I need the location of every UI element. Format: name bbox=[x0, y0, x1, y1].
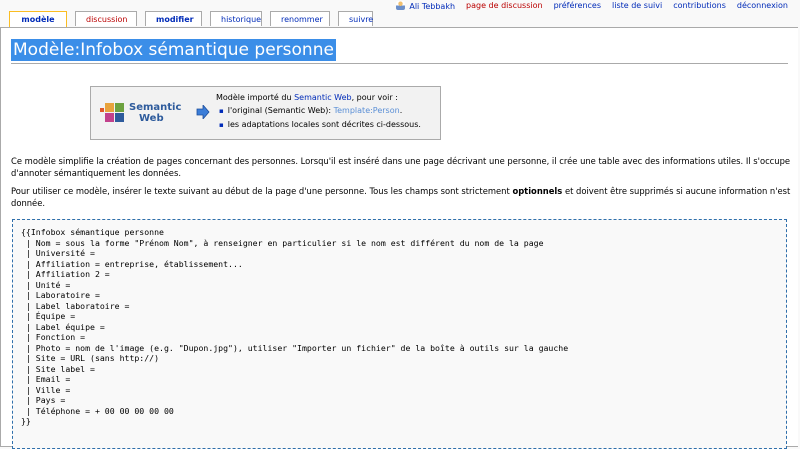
user-link[interactable]: Ali Tebbakh bbox=[396, 1, 455, 12]
tab-modele[interactable]: modèle bbox=[9, 11, 67, 28]
code-line: | Unité = bbox=[21, 279, 71, 290]
code-line: | Téléphone = + 00 00 00 00 00 bbox=[21, 405, 174, 416]
code-line: | Pays = bbox=[21, 395, 66, 405]
code-line: | Label laboratoire = bbox=[21, 300, 130, 311]
code-line: | Nom = sous la forme "Prénom Nom", à re… bbox=[21, 237, 544, 248]
tab-suivre[interactable]: suivre bbox=[338, 11, 373, 26]
tab-discussion[interactable]: discussion bbox=[75, 11, 137, 26]
code-line: | Email = bbox=[21, 374, 71, 384]
tab-modifier[interactable]: modifier bbox=[145, 11, 202, 26]
logout-link[interactable]: déconnexion bbox=[737, 1, 788, 12]
preferences-link[interactable]: préférences bbox=[554, 1, 601, 12]
code-line: }} bbox=[21, 416, 31, 426]
code-line: | Laboratoire = bbox=[21, 290, 100, 300]
list-item: les adaptations locales sont décrites ci… bbox=[219, 118, 421, 132]
arrow-right-icon bbox=[196, 105, 210, 119]
code-line: | Équipe = bbox=[21, 311, 76, 321]
watchlist-link[interactable]: liste de suivi bbox=[612, 1, 662, 12]
page-title: Modèle:Infobox sémantique personne bbox=[11, 39, 336, 61]
code-line: | Site label = bbox=[21, 363, 95, 374]
import-list: l'original (Semantic Web): Template:Pers… bbox=[219, 104, 421, 132]
semantic-web-logo: Semantic Web bbox=[99, 101, 187, 125]
page-tabs: modèle discussion modifier historique re… bbox=[9, 11, 381, 28]
code-line: | Affiliation = entreprise, établissemen… bbox=[21, 258, 243, 269]
code-line: | Site = URL (sans http://) bbox=[21, 353, 160, 363]
semantic-web-link[interactable]: Semantic Web bbox=[294, 93, 352, 102]
tab-renommer[interactable]: renommer bbox=[270, 11, 330, 26]
code-line: | Label équipe = bbox=[21, 321, 105, 332]
code-line: | Fonction = bbox=[21, 332, 86, 342]
import-notice-box: Semantic Web Modèle importé du Semantic W… bbox=[90, 86, 441, 140]
tab-historique[interactable]: historique bbox=[210, 11, 262, 26]
code-block: {{Infobox sémantique personne | Nom = so… bbox=[12, 219, 787, 449]
template-person-link[interactable]: Template:Person bbox=[334, 106, 400, 115]
code-line: | Université = bbox=[21, 248, 95, 258]
code-line: {{Infobox sémantique personne bbox=[21, 227, 164, 237]
user-icon bbox=[396, 1, 406, 10]
description-paragraph: Ce modèle simplifie la création de pages… bbox=[11, 156, 791, 178]
contributions-link[interactable]: contributions bbox=[673, 1, 726, 12]
list-item: l'original (Semantic Web): Template:Pers… bbox=[219, 104, 421, 118]
personal-links: Ali Tebbakh page de discussion préférenc… bbox=[385, 1, 788, 12]
code-line: | Affiliation 2 = bbox=[21, 269, 110, 279]
import-intro: Modèle importé du Semantic Web, pour voi… bbox=[216, 93, 398, 102]
title-divider bbox=[11, 63, 788, 64]
talk-link[interactable]: page de discussion bbox=[466, 1, 543, 12]
usage-paragraph: Pour utiliser ce modèle, insérer le text… bbox=[11, 186, 791, 208]
code-line: | Photo = nom de l'image (e.g. "Dupon.jp… bbox=[21, 342, 569, 353]
content-area: Modèle:Infobox sémantique personne Seman… bbox=[0, 27, 798, 449]
code-line: | Ville = bbox=[21, 384, 71, 395]
